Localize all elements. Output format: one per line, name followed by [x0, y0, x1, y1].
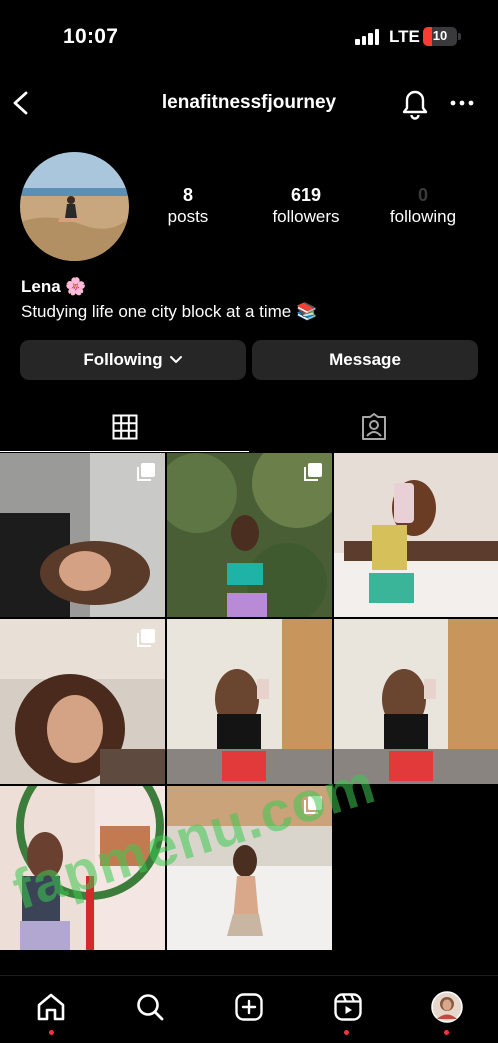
post-thumbnail[interactable]	[0, 453, 165, 617]
multiple-photos-icon	[137, 629, 155, 647]
status-bar: 10:07 LTE 10	[0, 0, 498, 70]
status-time: 10:07	[63, 25, 119, 48]
bell-icon[interactable]	[399, 86, 431, 120]
posts-count[interactable]: 8 posts	[148, 184, 228, 228]
profile-avatar-icon[interactable]	[430, 990, 464, 1024]
profile-bio: Studying life one city block at a time 📚	[21, 302, 318, 321]
post-thumbnail[interactable]	[167, 619, 332, 784]
post-thumbnail[interactable]	[0, 619, 165, 784]
reels-icon[interactable]	[331, 990, 365, 1024]
battery-icon: 10	[423, 27, 457, 46]
chevron-down-icon	[169, 356, 182, 363]
display-name: Lena 🌸	[21, 277, 87, 296]
battery-percent: 10	[432, 28, 448, 43]
more-horizontal-icon[interactable]	[448, 90, 476, 116]
network-type: LTE	[389, 27, 420, 46]
followers-count[interactable]: 619 followers	[258, 184, 354, 228]
post-thumbnail[interactable]	[334, 453, 498, 617]
message-button-label: Message	[329, 350, 401, 369]
profile-tabs	[0, 402, 498, 452]
home-active-dot	[49, 1030, 54, 1035]
message-button[interactable]: Message	[252, 340, 478, 380]
multiple-photos-icon	[137, 463, 155, 481]
home-icon[interactable]	[34, 990, 68, 1024]
grid-icon	[112, 414, 137, 439]
profile-header: lenafitnessfjourney	[0, 80, 498, 126]
profile-notification-dot	[444, 1030, 449, 1035]
tagged-person-icon	[361, 413, 386, 440]
search-icon[interactable]	[133, 990, 167, 1024]
tab-tagged[interactable]	[249, 402, 498, 452]
create-post-icon[interactable]	[232, 990, 266, 1024]
multiple-photos-icon	[304, 463, 322, 481]
following-button[interactable]: Following	[20, 340, 246, 380]
bottom-nav	[0, 975, 498, 1043]
following-count[interactable]: 0 following	[378, 184, 468, 228]
profile-avatar[interactable]	[20, 152, 129, 261]
reels-notification-dot	[344, 1030, 349, 1035]
cellular-signal-icon	[355, 29, 381, 45]
tab-posts-grid[interactable]	[0, 402, 249, 452]
following-button-label: Following	[83, 350, 163, 369]
post-thumbnail[interactable]	[167, 453, 332, 617]
